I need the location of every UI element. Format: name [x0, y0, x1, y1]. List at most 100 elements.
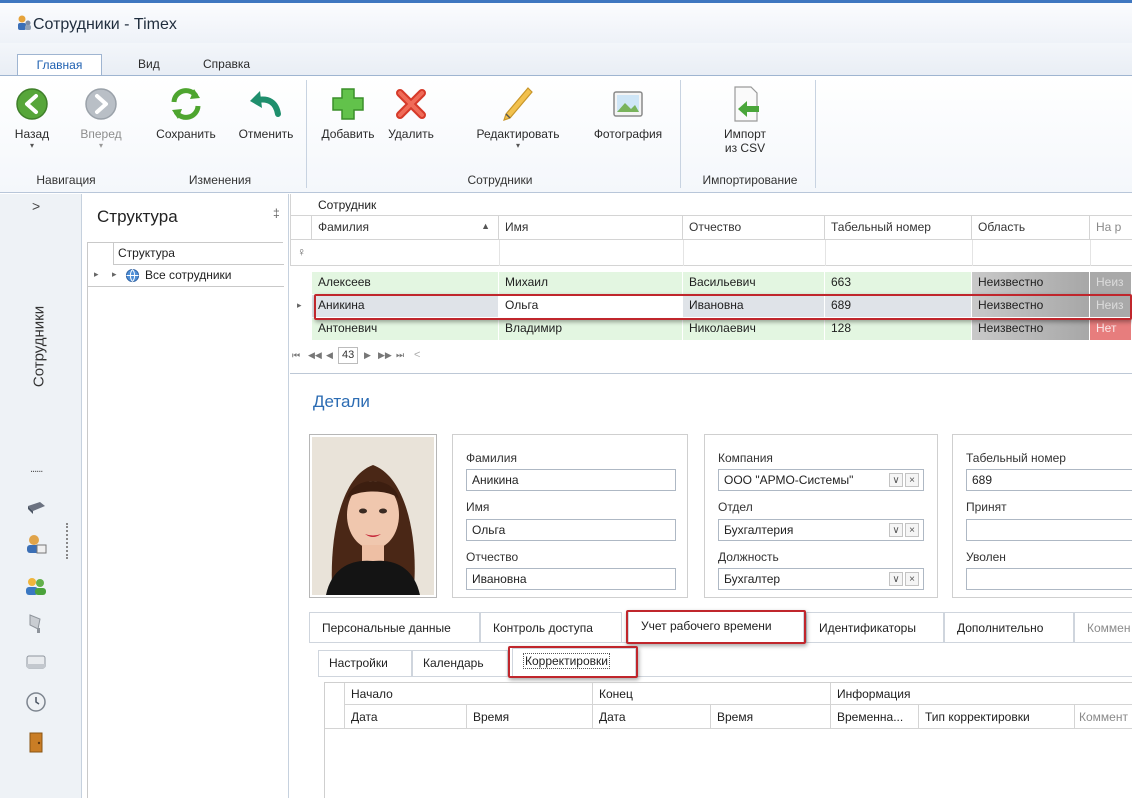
photo-button[interactable]: Фотография	[580, 84, 676, 164]
import-label-2: из CSV	[724, 141, 766, 155]
col-time-zone[interactable]: Временна...	[831, 705, 919, 729]
table-row[interactable]: Алексеев Михаил Васильевич 663 Неизвестн…	[290, 272, 1132, 294]
last-record-button[interactable]: ⏭	[396, 350, 404, 361]
department-dropdown-button[interactable]: ∨	[889, 523, 903, 537]
device-icon[interactable]	[24, 496, 48, 520]
edit-button[interactable]: Редактировать ▾	[466, 84, 570, 164]
subtab-calendar[interactable]: Календарь	[412, 650, 508, 676]
cell-truncated: Неиз	[1090, 272, 1132, 294]
door-icon[interactable]	[24, 730, 48, 754]
prev-page-button[interactable]: ◀◀	[308, 350, 322, 361]
col-header-first-name[interactable]: Имя	[499, 216, 683, 240]
record-counter: 43	[338, 347, 359, 364]
terminal-icon[interactable]	[24, 650, 48, 674]
position-clear-button[interactable]: ×	[905, 572, 919, 586]
clock-icon[interactable]	[24, 690, 48, 714]
header-indicator	[290, 216, 312, 240]
tab-comments[interactable]: Коммен	[1074, 612, 1132, 642]
col-header-middle-name[interactable]: Отчество	[683, 216, 825, 240]
first-name-field[interactable]: Ольга	[466, 519, 676, 541]
cell-last-name: Антоневич	[312, 318, 499, 340]
col-header-truncated[interactable]: На р	[1090, 216, 1132, 240]
import-csv-button[interactable]: Импорт из CSV	[700, 84, 790, 164]
col-header-area[interactable]: Область	[972, 216, 1090, 240]
filter-icon[interactable]: ♀	[297, 245, 306, 259]
tree-item-label: Все сотрудники	[145, 268, 232, 282]
company-clear-button[interactable]: ×	[905, 473, 919, 487]
subtab-settings[interactable]: Настройки	[318, 650, 412, 676]
hired-date-field[interactable]	[966, 519, 1132, 541]
col-end-date[interactable]: Дата	[593, 705, 711, 729]
tab-access-control[interactable]: Контроль доступа	[480, 612, 622, 642]
cell-middle-name: Васильевич	[683, 272, 825, 294]
tab-additional[interactable]: Дополнительно	[944, 612, 1074, 642]
tree-header: Структура	[113, 243, 284, 265]
expand-nav-button[interactable]: >	[32, 198, 40, 214]
expand-node-icon[interactable]: ▸	[112, 269, 117, 280]
tree-row-all[interactable]: ▸ ▸ Все сотрудники	[88, 265, 284, 287]
next-record-button[interactable]: ▶	[364, 350, 371, 361]
cell-area: Неизвестно	[972, 318, 1090, 340]
add-label: Добавить	[321, 127, 375, 141]
forward-dropdown-icon: ▾	[98, 141, 103, 150]
middle-name-field[interactable]: Ивановна	[466, 568, 676, 590]
group-label-import: Импортирование	[702, 173, 798, 187]
first-record-button[interactable]: ⏮	[292, 350, 300, 361]
position-dropdown-button[interactable]: ∨	[889, 572, 903, 586]
nav-grip[interactable]: ......	[30, 463, 43, 475]
forward-button[interactable]: Вперед ▾	[76, 84, 126, 164]
nav-employees-label: Сотрудники	[30, 305, 48, 388]
tab-personal-data[interactable]: Персональные данные	[309, 612, 480, 642]
employee-photo[interactable]	[309, 434, 437, 598]
col-correction-type[interactable]: Тип корректировки	[919, 705, 1075, 729]
tab-identifiers[interactable]: Идентификаторы	[806, 612, 944, 642]
table-row[interactable]: Антоневич Владимир Николаевич 128 Неизве…	[290, 318, 1132, 340]
cell-area: Неизвестно	[972, 272, 1090, 294]
ribbon-separator	[306, 80, 307, 188]
personnel-number-field[interactable]: 689	[966, 469, 1132, 491]
back-button[interactable]: Назад ▾	[10, 84, 54, 164]
user-card-icon[interactable]	[24, 532, 48, 556]
col-end-time[interactable]: Время	[711, 705, 831, 729]
delete-button[interactable]: Удалить	[384, 84, 438, 164]
import-label-1: Импорт	[724, 127, 766, 141]
users-group-icon[interactable]	[24, 574, 48, 598]
ribbon-tab-help[interactable]: Справка	[193, 54, 260, 76]
portrait-image	[312, 437, 434, 595]
ribbon-tab-home[interactable]: Главная	[17, 54, 102, 76]
group-label-employees: Сотрудники	[467, 173, 533, 187]
save-label: Сохранить	[156, 127, 216, 141]
label-last-name: Фамилия	[466, 451, 517, 465]
forward-arrow-icon	[85, 88, 117, 120]
edit-dropdown-icon: ▾	[515, 141, 520, 150]
grid-panel-title: Сотрудник	[318, 198, 377, 212]
col-header-last-name[interactable]: Фамилия ▲	[312, 216, 499, 240]
back-dropdown-icon: ▾	[29, 141, 34, 150]
undo-button[interactable]: Отменить	[232, 84, 300, 164]
nav-employees-vertical[interactable]: Сотрудники	[26, 300, 56, 410]
col-header-personnel-number[interactable]: Табельный номер	[825, 216, 972, 240]
save-button[interactable]: Сохранить	[149, 84, 223, 164]
sort-asc-icon: ▲	[481, 221, 490, 231]
add-button[interactable]: Добавить	[316, 84, 380, 164]
nav-splitter[interactable]	[66, 523, 68, 559]
fired-date-field[interactable]	[966, 568, 1132, 590]
col-start-time[interactable]: Время	[467, 705, 593, 729]
ribbon-tab-view[interactable]: Вид	[128, 54, 170, 76]
access-reader-icon[interactable]	[24, 611, 48, 635]
next-page-button[interactable]: ▶▶	[378, 350, 392, 361]
col-comment[interactable]: Коммент	[1075, 705, 1132, 729]
pencil-icon	[503, 87, 533, 121]
last-name-field[interactable]: Аникина	[466, 469, 676, 491]
department-clear-button[interactable]: ×	[905, 523, 919, 537]
tab-highlight	[626, 610, 806, 644]
scroll-left-button[interactable]: <	[414, 349, 420, 361]
prev-record-button[interactable]: ◀	[326, 350, 333, 361]
pin-icon[interactable]: ‡	[273, 206, 280, 220]
filter-row[interactable]	[290, 240, 1132, 266]
company-dropdown-button[interactable]: ∨	[889, 473, 903, 487]
col-start-date[interactable]: Дата	[345, 705, 467, 729]
undo-label: Отменить	[238, 127, 294, 141]
app-window: Сотрудники - Timex Главная Вид Справка Н…	[0, 0, 1132, 798]
window-title: Сотрудники - Timex	[33, 16, 177, 33]
